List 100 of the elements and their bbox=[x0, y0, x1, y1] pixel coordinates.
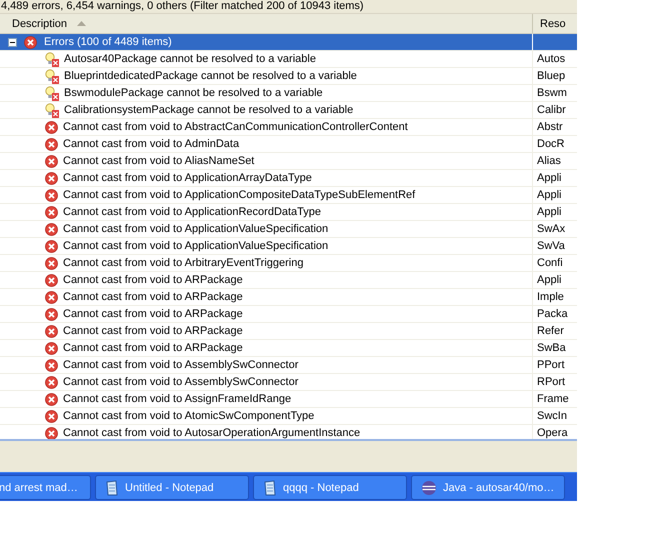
description-text: Cannot cast from void to AutosarOperationArgumentInstance bbox=[63, 427, 360, 439]
problem-row[interactable]: Cannot cast from void to AssemblySwConnector RPort bbox=[0, 374, 577, 391]
error-icon bbox=[45, 392, 58, 406]
description-text: Cannot cast from void to ApplicationValueSpecification bbox=[63, 223, 328, 235]
resource-text: SwAx bbox=[537, 223, 566, 235]
description-text: Cannot cast from void to AssemblySwConnector bbox=[63, 376, 298, 388]
error-icon bbox=[45, 222, 58, 236]
problem-row[interactable]: Cannot cast from void to ARPackage SwBa bbox=[0, 340, 577, 357]
resource-text: Abstr bbox=[537, 121, 563, 133]
lightbulb-error-icon bbox=[45, 68, 59, 84]
resource-text: Bswm bbox=[537, 87, 567, 99]
description-text: Cannot cast from void to AssignFrameIdRange bbox=[63, 393, 292, 405]
description-text: Cannot cast from void to ApplicationRecordDataType bbox=[63, 206, 322, 218]
error-icon bbox=[45, 324, 58, 338]
description-text: Cannot cast from void to ARPackage bbox=[63, 342, 243, 354]
description-text: Cannot cast from void to AssemblySwConnector bbox=[63, 359, 298, 371]
description-text: Cannot cast from void to ARPackage bbox=[63, 291, 243, 303]
status-text: 4,489 errors, 6,454 warnings, 0 others (Filter matched 200 of 10943 items) bbox=[0, 0, 577, 13]
description-text: BlueprintdedicatedPackage cannot be resolved to a variable bbox=[64, 70, 357, 82]
notepad-icon bbox=[105, 480, 119, 496]
error-icon bbox=[45, 188, 58, 202]
resource-text: Appli bbox=[537, 206, 562, 218]
description-text: BswmodulePackage cannot be resolved to a variable bbox=[64, 87, 323, 99]
problem-row[interactable]: Cannot cast from void to AliasNameSet Alias bbox=[0, 153, 577, 170]
resource-text: Calibr bbox=[537, 104, 566, 116]
taskbar-button[interactable]: Untitled - Notepad bbox=[95, 475, 249, 500]
description-text: Cannot cast from void to ARPackage bbox=[63, 325, 243, 337]
resource-text: Opera bbox=[537, 427, 568, 439]
description-text: Autosar40Package cannot be resolved to a variable bbox=[64, 53, 316, 65]
problem-row[interactable]: Cannot cast from void to ARPackage Refer bbox=[0, 323, 577, 340]
error-icon bbox=[45, 120, 58, 134]
problem-row[interactable]: Autosar40Package cannot be resolved to a variable Autos bbox=[0, 51, 577, 68]
problem-row[interactable]: Cannot cast from void to ApplicationRecordDataType Appli bbox=[0, 204, 577, 221]
sort-ascending-icon bbox=[77, 21, 86, 26]
description-text: Cannot cast from void to AliasNameSet bbox=[63, 155, 254, 167]
taskbar-button[interactable]: nd arrest mad… bbox=[0, 475, 91, 500]
collapse-icon[interactable] bbox=[8, 38, 17, 46]
resource-text: Alias bbox=[537, 155, 561, 167]
error-icon bbox=[45, 154, 58, 168]
description-text: Cannot cast from void to AbstractCanCommunicationControllerContent bbox=[63, 121, 408, 133]
problem-row[interactable]: Cannot cast from void to ARPackage Imple bbox=[0, 289, 577, 306]
resource-text: Refer bbox=[537, 325, 564, 337]
problem-row[interactable]: Cannot cast from void to AbstractCanCommunicationControllerContent Abstr bbox=[0, 119, 577, 136]
problem-row[interactable]: Cannot cast from void to AtomicSwComponentType SwcIn bbox=[0, 408, 577, 425]
resource-text: DocR bbox=[537, 138, 565, 150]
resource-text: SwBa bbox=[537, 342, 566, 354]
problem-row[interactable]: BswmodulePackage cannot be resolved to a variable Bswm bbox=[0, 85, 577, 102]
group-label: Errors (100 of 4489 items) bbox=[44, 36, 172, 48]
description-text: Cannot cast from void to ARPackage bbox=[63, 308, 243, 320]
resource-text: Frame bbox=[537, 393, 569, 405]
error-icon bbox=[45, 256, 58, 270]
problem-row[interactable]: Cannot cast from void to AdminData DocR bbox=[0, 136, 577, 153]
problem-row[interactable]: Cannot cast from void to ApplicationValueSpecification SwAx bbox=[0, 221, 577, 238]
problem-row[interactable]: Cannot cast from void to ApplicationValueSpecification SwVa bbox=[0, 238, 577, 255]
error-icon bbox=[24, 36, 37, 48]
lightbulb-error-icon bbox=[45, 102, 59, 118]
description-text: Cannot cast from void to ApplicationCompositeDataTypeSubElementRef bbox=[63, 189, 416, 201]
problem-row[interactable]: Cannot cast from void to AssemblySwConnector PPort bbox=[0, 357, 577, 374]
description-text: Cannot cast from void to ArbitraryEventTriggering bbox=[63, 257, 304, 269]
problem-row[interactable]: BlueprintdedicatedPackage cannot be resolved to a variable Bluep bbox=[0, 68, 577, 85]
problem-row[interactable]: Cannot cast from void to AssignFrameIdRange Frame bbox=[0, 391, 577, 408]
problem-row[interactable]: Cannot cast from void to ApplicationArrayDataType Appli bbox=[0, 170, 577, 187]
resource-text: SwVa bbox=[537, 240, 565, 252]
description-text: Cannot cast from void to AdminData bbox=[63, 138, 240, 150]
resource-text: Autos bbox=[537, 53, 566, 65]
resource-text: Confi bbox=[537, 257, 563, 269]
error-icon bbox=[45, 138, 58, 150]
problem-row[interactable]: Cannot cast from void to ApplicationCompositeDataTypeSubElementRef Appli bbox=[0, 187, 577, 204]
problem-row[interactable]: CalibrationsystemPackage cannot be resolved to a variable Calibr bbox=[0, 102, 577, 119]
error-icon bbox=[45, 274, 58, 286]
lightbulb-error-icon bbox=[45, 86, 59, 100]
error-icon bbox=[45, 206, 58, 218]
resource-text: RPort bbox=[537, 376, 566, 388]
error-icon bbox=[45, 410, 58, 422]
description-text: Cannot cast from void to AtomicSwComponentType bbox=[63, 410, 314, 422]
resource-text: Bluep bbox=[537, 70, 566, 82]
taskbar-button[interactable]: Java - autosar40/mo… bbox=[411, 475, 565, 500]
problem-row[interactable]: Cannot cast from void to ARPackage Packa bbox=[0, 306, 577, 323]
column-header[interactable]: Description bbox=[0, 14, 532, 33]
description-text: Cannot cast from void to ARPackage bbox=[63, 274, 243, 286]
description-text: Cannot cast from void to ApplicationValueSpecification bbox=[63, 240, 328, 252]
error-icon bbox=[45, 376, 58, 388]
lightbulb-error-icon bbox=[45, 52, 59, 66]
notepad-icon bbox=[263, 480, 277, 496]
description-text: Cannot cast from void to ApplicationArrayDataType bbox=[63, 172, 312, 184]
taskbar-button[interactable]: qqqq - Notepad bbox=[253, 475, 407, 500]
column-header[interactable]: Reso bbox=[532, 14, 572, 33]
resource-text: Appli bbox=[537, 274, 562, 286]
resource-text: Packa bbox=[537, 308, 568, 320]
resource-text: Imple bbox=[537, 291, 564, 303]
resource-text: Appli bbox=[537, 172, 562, 184]
error-icon bbox=[45, 358, 58, 372]
error-icon bbox=[45, 308, 58, 320]
tree-row[interactable]: Errors (100 of 4489 items) bbox=[0, 34, 577, 51]
resource-text: Appli bbox=[537, 189, 562, 201]
error-icon bbox=[45, 240, 58, 252]
error-icon bbox=[45, 342, 58, 354]
problem-row[interactable]: Cannot cast from void to ArbitraryEventTriggering Confi bbox=[0, 255, 577, 272]
resource-text: SwcIn bbox=[537, 410, 567, 422]
problem-row[interactable]: Cannot cast from void to ARPackage Appli bbox=[0, 272, 577, 289]
